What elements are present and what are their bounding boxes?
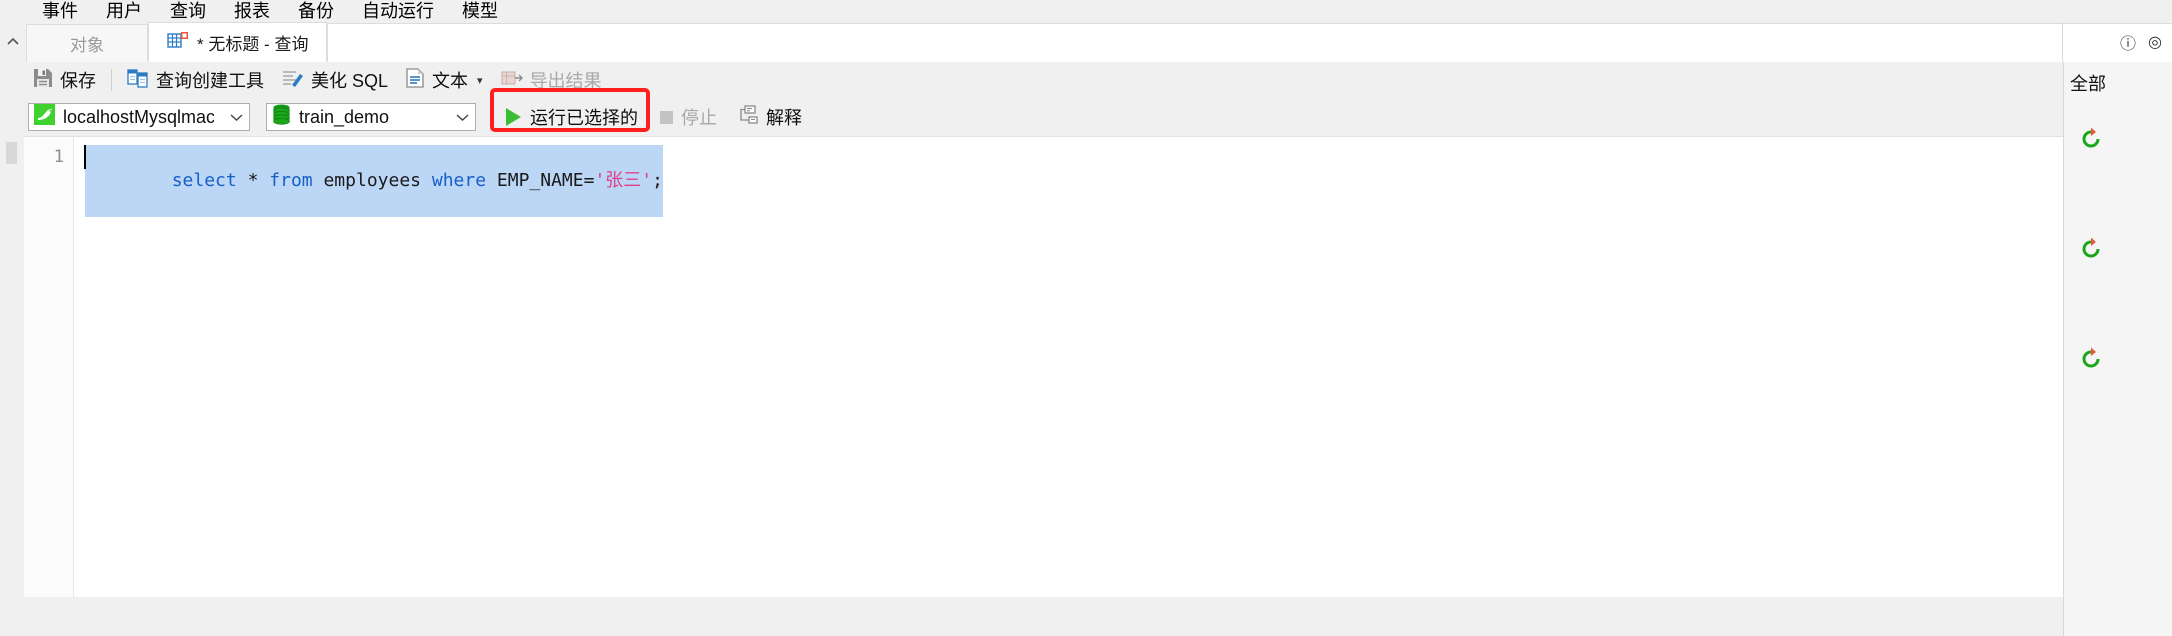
query-table-icon bbox=[167, 30, 189, 55]
menu-bar: 事件 用户 查询 报表 备份 自动运行 模型 bbox=[0, 0, 2172, 22]
tab-untitled-query-label: * 无标题 - 查询 bbox=[197, 34, 309, 54]
play-icon bbox=[506, 108, 521, 126]
sql-token-space bbox=[486, 170, 497, 191]
sql-token-semicolon: ; bbox=[652, 170, 663, 191]
text-format-button-label: 文本 bbox=[432, 71, 469, 91]
run-selected-button[interactable]: 运行已选择的 bbox=[498, 102, 646, 132]
database-icon bbox=[272, 104, 291, 130]
refresh-icon[interactable] bbox=[2078, 126, 2104, 152]
text-format-button[interactable]: 文本 ▾ bbox=[397, 65, 492, 95]
info-icon[interactable]: ⓘ bbox=[2120, 30, 2136, 54]
right-side-panel: 全部 bbox=[2063, 62, 2172, 636]
stop-button-label: 停止 bbox=[681, 108, 717, 128]
run-selected-button-label: 运行已选择的 bbox=[530, 108, 638, 128]
editor-gutter: 1 bbox=[24, 137, 74, 597]
save-button-label: 保存 bbox=[60, 71, 96, 91]
line-number: 1 bbox=[53, 147, 64, 167]
tab-objects[interactable]: 对象 bbox=[26, 24, 148, 62]
rail-grip-handle[interactable] bbox=[6, 142, 17, 164]
sql-token-space bbox=[258, 170, 269, 191]
editor-code-area[interactable]: select * from employees where EMP_NAME='… bbox=[74, 137, 2064, 597]
menu-item-query[interactable]: 查询 bbox=[156, 0, 220, 22]
sql-token-table-employees: employees bbox=[323, 170, 422, 191]
menu-item-users[interactable]: 用户 bbox=[92, 0, 156, 22]
chevron-up-icon[interactable] bbox=[0, 22, 26, 62]
menu-item-events[interactable]: 事件 bbox=[28, 0, 92, 22]
export-results-icon bbox=[501, 68, 523, 93]
sql-token-string-literal: '张三' bbox=[594, 170, 653, 191]
export-results-button-label: 导出结果 bbox=[529, 71, 602, 91]
beautify-sql-icon bbox=[282, 68, 304, 93]
tab-objects-label: 对象 bbox=[70, 36, 104, 55]
editor-toolbar: 保存 查询创建工具 美化 SQL 文本 ▾ 导出结果 bbox=[0, 62, 2172, 98]
beautify-sql-button-label: 美化 SQL bbox=[311, 71, 389, 91]
sql-token-star: * bbox=[247, 170, 259, 191]
tab-strip-right-icons: ⓘ ◎ bbox=[2120, 22, 2168, 62]
mysql-dolphin-icon bbox=[34, 104, 55, 130]
query-builder-button-label: 查询创建工具 bbox=[156, 71, 264, 91]
sql-token-space bbox=[313, 170, 324, 191]
toolbar-separator bbox=[111, 69, 112, 91]
menu-item-reports[interactable]: 报表 bbox=[220, 0, 284, 22]
sql-token-space bbox=[421, 170, 432, 191]
sql-token-keyword-select: select bbox=[171, 170, 237, 191]
stop-icon bbox=[660, 110, 673, 124]
sql-token-space bbox=[237, 170, 248, 191]
tab-strip: 对象 * 无标题 - 查询 bbox=[0, 22, 2172, 63]
connection-bar: localhostMysqlmac train_demo 运行已选择的 停止 解… bbox=[0, 88, 2172, 136]
globe-icon[interactable]: ◎ bbox=[2148, 32, 2162, 52]
dbeaver-query-window: 事件 用户 查询 报表 备份 自动运行 模型 对象 * 无标题 - 查询 ⓘ ◎… bbox=[0, 0, 2172, 636]
explain-button[interactable]: 解释 bbox=[731, 102, 808, 132]
explain-icon bbox=[737, 104, 759, 130]
refresh-icon[interactable] bbox=[2078, 236, 2104, 262]
chevron-down-icon[interactable]: ▾ bbox=[477, 74, 483, 87]
save-icon bbox=[33, 68, 53, 93]
connection-select-value: localhostMysqlmac bbox=[63, 106, 214, 127]
text-caret bbox=[84, 145, 86, 169]
tab-strip-divider bbox=[2062, 22, 2063, 62]
export-results-button[interactable]: 导出结果 bbox=[492, 65, 611, 95]
sql-token-keyword-where: where bbox=[431, 170, 487, 191]
sql-statement-line[interactable]: select * from employees where EMP_NAME='… bbox=[85, 145, 663, 217]
beautify-sql-button[interactable]: 美化 SQL bbox=[273, 65, 397, 95]
chevron-down-icon[interactable] bbox=[222, 110, 243, 125]
menu-item-automation[interactable]: 自动运行 bbox=[348, 0, 448, 22]
database-select[interactable]: train_demo bbox=[266, 103, 476, 131]
save-button[interactable]: 保存 bbox=[24, 65, 105, 95]
right-panel-title: 全部 bbox=[2070, 74, 2106, 94]
chevron-down-icon[interactable] bbox=[448, 110, 469, 125]
refresh-icon[interactable] bbox=[2078, 346, 2104, 372]
tab-untitled-query[interactable]: * 无标题 - 查询 bbox=[148, 22, 328, 62]
sql-token-column-emp-name: EMP_NAME= bbox=[496, 170, 595, 191]
editor-left-rail bbox=[0, 136, 24, 596]
text-icon bbox=[406, 67, 425, 93]
sql-token-keyword-from: from bbox=[269, 170, 313, 191]
connection-select[interactable]: localhostMysqlmac bbox=[28, 103, 250, 131]
stop-button: 停止 bbox=[652, 102, 725, 132]
sql-editor[interactable]: 1 select * from employees where EMP_NAME… bbox=[24, 136, 2064, 597]
run-selected-wrapper: 运行已选择的 bbox=[490, 88, 650, 132]
query-builder-button[interactable]: 查询创建工具 bbox=[118, 65, 273, 95]
explain-button-label: 解释 bbox=[766, 108, 802, 128]
query-builder-icon bbox=[127, 68, 149, 93]
database-select-value: train_demo bbox=[299, 106, 390, 127]
tab-strip-empty-area bbox=[327, 23, 2172, 62]
menu-item-model[interactable]: 模型 bbox=[448, 0, 512, 22]
menu-item-backup[interactable]: 备份 bbox=[284, 0, 348, 22]
